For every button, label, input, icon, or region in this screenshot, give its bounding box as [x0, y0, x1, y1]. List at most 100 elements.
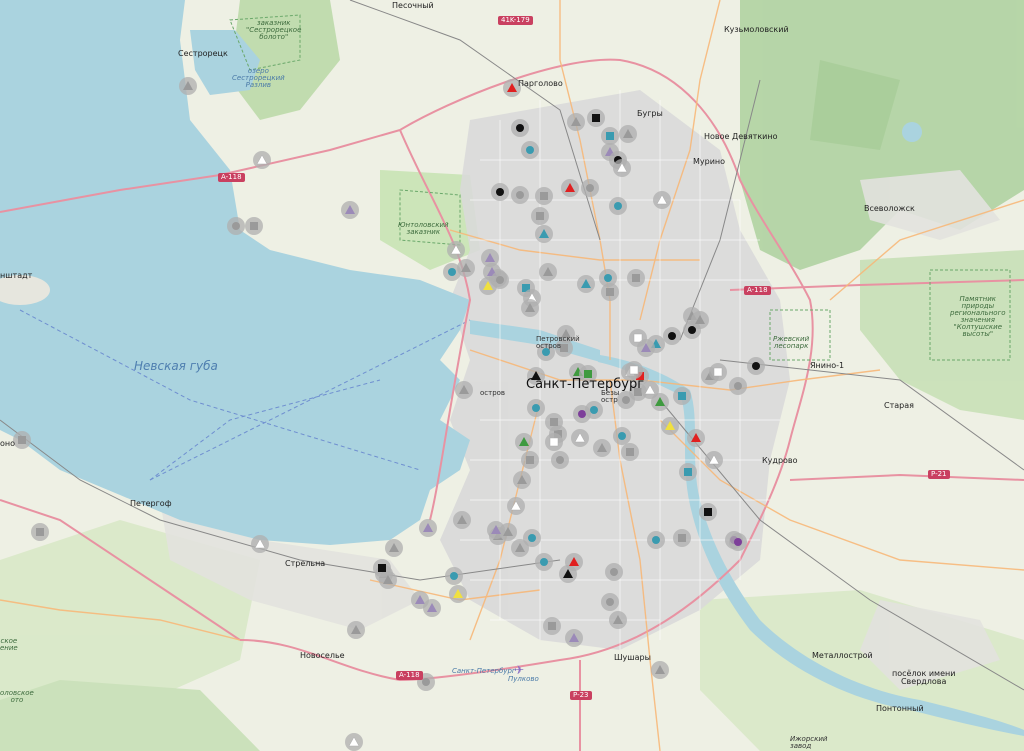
label-pargolovo: Парголово	[518, 79, 563, 88]
marker-dot-black[interactable]	[491, 183, 509, 201]
marker-tri-white[interactable]	[571, 429, 589, 447]
label-pesochny: Песочный	[392, 1, 434, 10]
label-neva-bay: Невская губа	[134, 359, 218, 373]
marker-tri-white[interactable]	[653, 191, 671, 209]
marker-tri-red[interactable]	[565, 553, 583, 571]
marker-tri-green[interactable]	[515, 433, 533, 451]
marker-dot-gray[interactable]	[729, 377, 747, 395]
marker-tri-white[interactable]	[345, 733, 363, 751]
marker-sq-gray[interactable]	[13, 431, 31, 449]
marker-tri-gray[interactable]	[513, 471, 531, 489]
marker-sq-teal[interactable]	[679, 463, 697, 481]
marker-sq-gray[interactable]	[245, 217, 263, 235]
marker-tri-lavender[interactable]	[487, 521, 505, 539]
marker-dot-black[interactable]	[747, 357, 765, 375]
marker-tri-lavender[interactable]	[419, 519, 437, 537]
marker-dot-gray[interactable]	[601, 593, 619, 611]
marker-dot-teal[interactable]	[443, 263, 461, 281]
label-novoe-devyatkino: Новое Девяткино	[704, 132, 778, 141]
marker-tri-gray[interactable]	[691, 311, 709, 329]
marker-tri-gray[interactable]	[651, 661, 669, 679]
marker-tri-teal[interactable]	[577, 275, 595, 293]
marker-tri-red[interactable]	[561, 179, 579, 197]
marker-tri-yellow[interactable]	[661, 417, 679, 435]
marker-dot-gray[interactable]	[511, 186, 529, 204]
marker-sq-white[interactable]	[709, 363, 727, 381]
marker-tri-white[interactable]	[253, 151, 271, 169]
marker-tri-gray[interactable]	[593, 439, 611, 457]
marker-sq-teal[interactable]	[601, 127, 619, 145]
marker-tri-lavender[interactable]	[565, 629, 583, 647]
marker-sq-gray[interactable]	[543, 617, 561, 635]
marker-dot-gray[interactable]	[491, 271, 509, 289]
marker-tri-gray[interactable]	[347, 621, 365, 639]
marker-dot-teal[interactable]	[521, 141, 539, 159]
label-yanino: Янино-1	[810, 361, 845, 370]
marker-dot-teal[interactable]	[613, 427, 631, 445]
label-south-bog: оловское ото	[0, 689, 34, 704]
label-bugry: Бугры	[637, 109, 663, 118]
road-shield-a118-south: A-118	[396, 671, 423, 680]
road-shield-r21: P-21	[928, 470, 950, 479]
marker-tri-teal[interactable]	[535, 225, 553, 243]
marker-tri-lavender[interactable]	[637, 339, 655, 357]
marker-tri-white[interactable]	[251, 535, 269, 553]
marker-tri-gray[interactable]	[179, 77, 197, 95]
marker-dot-gray[interactable]	[581, 179, 599, 197]
road-shield-a118-west: A-118	[218, 173, 245, 182]
road-shield-a118-east: A-118	[744, 286, 771, 295]
map-canvas[interactable]: ✈	[0, 0, 1024, 751]
marker-sq-white[interactable]	[545, 433, 563, 451]
marker-sq-teal[interactable]	[673, 387, 691, 405]
marker-tri-gray[interactable]	[609, 611, 627, 629]
marker-tri-gray[interactable]	[567, 113, 585, 131]
marker-sq-gray[interactable]	[627, 269, 645, 287]
marker-tri-lavender[interactable]	[423, 599, 441, 617]
marker-dot-teal[interactable]	[535, 553, 553, 571]
marker-sq-black[interactable]	[699, 503, 717, 521]
marker-dot-teal[interactable]	[445, 567, 463, 585]
marker-sq-gray[interactable]	[621, 443, 639, 461]
marker-dot-gray[interactable]	[605, 563, 623, 581]
marker-dot-gray[interactable]	[551, 451, 569, 469]
marker-tri-gray[interactable]	[455, 381, 473, 399]
marker-sq-black[interactable]	[373, 559, 391, 577]
marker-dot-black[interactable]	[511, 119, 529, 137]
marker-tri-gray[interactable]	[385, 539, 403, 557]
label-kudrovo: Кудрово	[762, 456, 798, 465]
label-bezymyanny: Безы остр	[601, 389, 620, 404]
marker-dot-teal[interactable]	[647, 531, 665, 549]
marker-tri-gray[interactable]	[453, 511, 471, 529]
marker-dot-teal[interactable]	[599, 269, 617, 287]
label-south-nature: ское ение	[0, 637, 18, 652]
marker-sq-gray[interactable]	[535, 187, 553, 205]
label-sestroretsk-bog: заказник "Сестрорецкое болото"	[246, 19, 302, 41]
label-pulkovo: Пулково	[508, 675, 539, 683]
marker-dot-gray[interactable]	[227, 217, 245, 235]
marker-dot-purple[interactable]	[729, 533, 747, 551]
marker-sq-gray[interactable]	[531, 207, 549, 225]
marker-sq-gray[interactable]	[673, 529, 691, 547]
marker-dot-black[interactable]	[663, 327, 681, 345]
label-shushary: Шушары	[614, 653, 651, 662]
marker-tri-gray[interactable]	[521, 299, 539, 317]
marker-tri-lavender[interactable]	[341, 201, 359, 219]
marker-tri-gray[interactable]	[619, 125, 637, 143]
marker-sq-gray[interactable]	[545, 413, 563, 431]
marker-sq-gray[interactable]	[31, 523, 49, 541]
marker-dot-teal[interactable]	[527, 399, 545, 417]
marker-tri-yellow[interactable]	[449, 585, 467, 603]
marker-dot-teal[interactable]	[609, 197, 627, 215]
marker-sq-black[interactable]	[587, 109, 605, 127]
marker-tri-white[interactable]	[613, 159, 631, 177]
marker-tri-white[interactable]	[705, 451, 723, 469]
label-sestroretsk: Сестрорецк	[178, 49, 228, 58]
marker-dot-teal[interactable]	[523, 529, 541, 547]
marker-tri-gray[interactable]	[539, 263, 557, 281]
marker-tri-green[interactable]	[651, 393, 669, 411]
marker-tri-white[interactable]	[447, 241, 465, 259]
marker-sq-gray[interactable]	[521, 451, 539, 469]
marker-tri-red[interactable]	[687, 429, 705, 447]
marker-tri-white[interactable]	[507, 497, 525, 515]
label-vsevolozhsk: Всеволожск	[864, 204, 915, 213]
